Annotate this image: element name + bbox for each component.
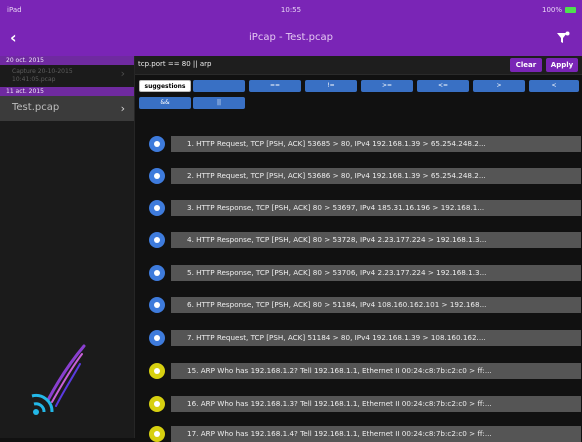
file-item-label: Test.pcap (12, 102, 60, 113)
operator-button[interactable]: == (249, 80, 301, 92)
packet-row[interactable]: 16. ARP Who has 192.168.1.3? Tell 192.16… (149, 394, 582, 414)
packet-row[interactable]: 4. HTTP Response, TCP [PSH, ACK] 80 > 53… (149, 230, 582, 250)
packet-summary: 15. ARP Who has 192.168.1.2? Tell 192.16… (171, 363, 581, 379)
status-bar: iPad 10:55 100% (0, 0, 582, 20)
chevron-right-icon: › (120, 102, 125, 115)
packet-row[interactable]: 1. HTTP Request, TCP [PSH, ACK] 53685 > … (149, 134, 582, 154)
file-item-test-pcap[interactable]: Test.pcap › (0, 96, 134, 121)
packet-indicator-icon (149, 168, 165, 184)
packet-summary: 2. HTTP Request, TCP [PSH, ACK] 53686 > … (171, 168, 581, 184)
packet-summary: 17. ARP Who has 192.168.1.4? Tell 192.16… (171, 426, 581, 442)
suggestion-bar: suggestions == != >= <= > < && || (135, 76, 582, 112)
packet-indicator-icon (149, 232, 165, 248)
packet-indicator-icon (149, 136, 165, 152)
operator-button[interactable]: || (193, 97, 245, 109)
filter-icon[interactable] (556, 30, 570, 49)
packet-indicator-icon (149, 426, 165, 442)
packet-summary: 6. HTTP Response, TCP [PSH, ACK] 80 > 51… (171, 297, 581, 313)
packet-row[interactable]: 6. HTTP Response, TCP [PSH, ACK] 80 > 51… (149, 295, 582, 315)
packet-summary: 4. HTTP Response, TCP [PSH, ACK] 80 > 53… (171, 232, 581, 248)
packet-indicator-icon (149, 265, 165, 281)
battery-icon (565, 7, 576, 13)
ipcap-logo-icon (26, 340, 86, 424)
chevron-right-icon: › (120, 67, 125, 80)
packet-row[interactable]: 15. ARP Who has 192.168.1.2? Tell 192.16… (149, 361, 582, 381)
operator-button[interactable]: != (305, 80, 357, 92)
packet-row[interactable]: 3. HTTP Response, TCP [PSH, ACK] 80 > 53… (149, 198, 582, 218)
packet-row[interactable]: 7. HTTP Request, TCP [PSH, ACK] 51184 > … (149, 328, 582, 348)
filter-bar: tcp.port == 80 || arp Clear Apply (135, 56, 582, 75)
operator-button[interactable]: && (139, 97, 191, 109)
packet-indicator-icon (149, 363, 165, 379)
battery-percent: 100% (541, 6, 562, 14)
packet-summary: 7. HTTP Request, TCP [PSH, ACK] 51184 > … (171, 330, 581, 346)
packet-row[interactable]: 5. HTTP Response, TCP [PSH, ACK] 80 > 53… (149, 263, 582, 283)
apply-button[interactable]: Apply (546, 58, 578, 72)
operator-button[interactable] (193, 80, 245, 92)
file-item-line2: 10:41:05.pcap (12, 76, 56, 83)
packet-row[interactable]: 2. HTTP Request, TCP [PSH, ACK] 53686 > … (149, 166, 582, 186)
sidebar: 20 oct. 2015 Capture 20-10-2015 10:41:05… (0, 56, 135, 438)
file-item-line1: Capture 20-10-2015 (12, 68, 73, 75)
operator-button[interactable]: >= (361, 80, 413, 92)
packet-summary: 5. HTTP Response, TCP [PSH, ACK] 80 > 53… (171, 265, 581, 281)
operator-button[interactable]: < (529, 80, 579, 92)
packet-summary: 16. ARP Who has 192.168.1.3? Tell 192.16… (171, 396, 581, 412)
section-date: 20 oct. 2015 (0, 56, 134, 65)
section-date: 11 act. 2015 (0, 87, 134, 96)
packet-indicator-icon (149, 330, 165, 346)
operator-button[interactable]: > (473, 80, 525, 92)
packet-indicator-icon (149, 297, 165, 313)
packet-summary: 1. HTTP Request, TCP [PSH, ACK] 53685 > … (171, 136, 581, 152)
status-time: 10:55 (280, 6, 302, 14)
packet-summary: 3. HTTP Response, TCP [PSH, ACK] 80 > 53… (171, 200, 581, 216)
file-item-capture[interactable]: Capture 20-10-2015 10:41:05.pcap › (0, 65, 134, 87)
nav-bar: ‹ iPcap - Test.pcap (0, 20, 582, 56)
packet-row[interactable]: 17. ARP Who has 192.168.1.4? Tell 192.16… (149, 424, 582, 442)
filter-input[interactable]: tcp.port == 80 || arp (138, 60, 211, 68)
page-title: iPcap - Test.pcap (249, 32, 333, 43)
packet-indicator-icon (149, 396, 165, 412)
packet-indicator-icon (149, 200, 165, 216)
suggestion-button[interactable]: suggestions (139, 80, 191, 92)
operator-button[interactable]: <= (417, 80, 469, 92)
clear-button[interactable]: Clear (510, 58, 542, 72)
